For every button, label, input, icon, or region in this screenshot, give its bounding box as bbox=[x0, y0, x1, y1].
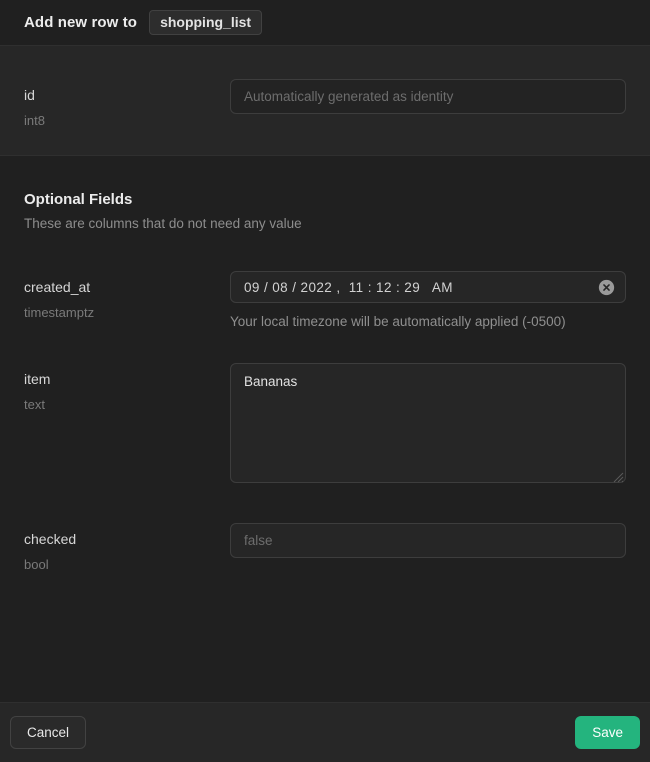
field-label-item: item text bbox=[24, 363, 230, 483]
field-input-wrap bbox=[230, 523, 626, 573]
field-type: timestamptz bbox=[24, 305, 230, 321]
field-name: checked bbox=[24, 530, 230, 548]
panel-footer: Cancel Save bbox=[0, 702, 650, 762]
field-input-wrap: Bananas bbox=[230, 363, 626, 483]
panel-header: Add new row to shopping_list bbox=[0, 0, 650, 46]
field-row-created-at: created_at timestamptz 09 / 08 / 2022 , … bbox=[0, 271, 650, 329]
field-type: bool bbox=[24, 557, 230, 573]
field-row-checked: checked bool bbox=[0, 523, 650, 573]
datetime-input[interactable]: 09 / 08 / 2022 , 11 : 12 : 29 AM bbox=[230, 271, 626, 303]
resize-grip-icon[interactable] bbox=[613, 470, 624, 481]
field-row-item: item text Bananas bbox=[0, 363, 650, 483]
field-label-created-at: created_at timestamptz bbox=[24, 271, 230, 329]
table-name-badge: shopping_list bbox=[149, 10, 262, 35]
field-type: int8 bbox=[24, 113, 230, 129]
cancel-button[interactable]: Cancel bbox=[10, 716, 86, 749]
field-type: text bbox=[24, 397, 230, 413]
field-name: id bbox=[24, 86, 230, 104]
field-label-id: id int8 bbox=[24, 79, 230, 129]
checked-input[interactable] bbox=[230, 523, 626, 558]
field-input-wrap: 09 / 08 / 2022 , 11 : 12 : 29 AM Your lo… bbox=[230, 271, 626, 329]
optional-fields-heading: Optional Fields bbox=[0, 191, 650, 208]
optional-fields-subheading: These are columns that do not need any v… bbox=[0, 216, 650, 231]
field-label-checked: checked bool bbox=[24, 523, 230, 573]
optional-fields-section: Optional Fields These are columns that d… bbox=[0, 156, 650, 702]
timezone-helper-text: Your local timezone will be automaticall… bbox=[230, 314, 626, 329]
textarea-wrap: Bananas bbox=[230, 363, 626, 483]
item-textarea[interactable]: Bananas bbox=[230, 363, 626, 483]
save-button[interactable]: Save bbox=[575, 716, 640, 749]
id-input[interactable] bbox=[230, 79, 626, 114]
field-input-wrap bbox=[230, 79, 626, 129]
field-name: item bbox=[24, 370, 230, 388]
add-row-panel: Add new row to shopping_list id int8 Opt… bbox=[0, 0, 650, 762]
datetime-value: 09 / 08 / 2022 , 11 : 12 : 29 AM bbox=[244, 280, 453, 295]
clear-datetime-button[interactable] bbox=[598, 279, 615, 296]
field-row-id: id int8 bbox=[0, 79, 650, 129]
panel-title: Add new row to bbox=[24, 14, 137, 31]
optional-rows: created_at timestamptz 09 / 08 / 2022 , … bbox=[0, 271, 650, 573]
field-name: created_at bbox=[24, 278, 230, 296]
circle-x-icon bbox=[598, 279, 615, 296]
required-fields-section: id int8 bbox=[0, 46, 650, 156]
